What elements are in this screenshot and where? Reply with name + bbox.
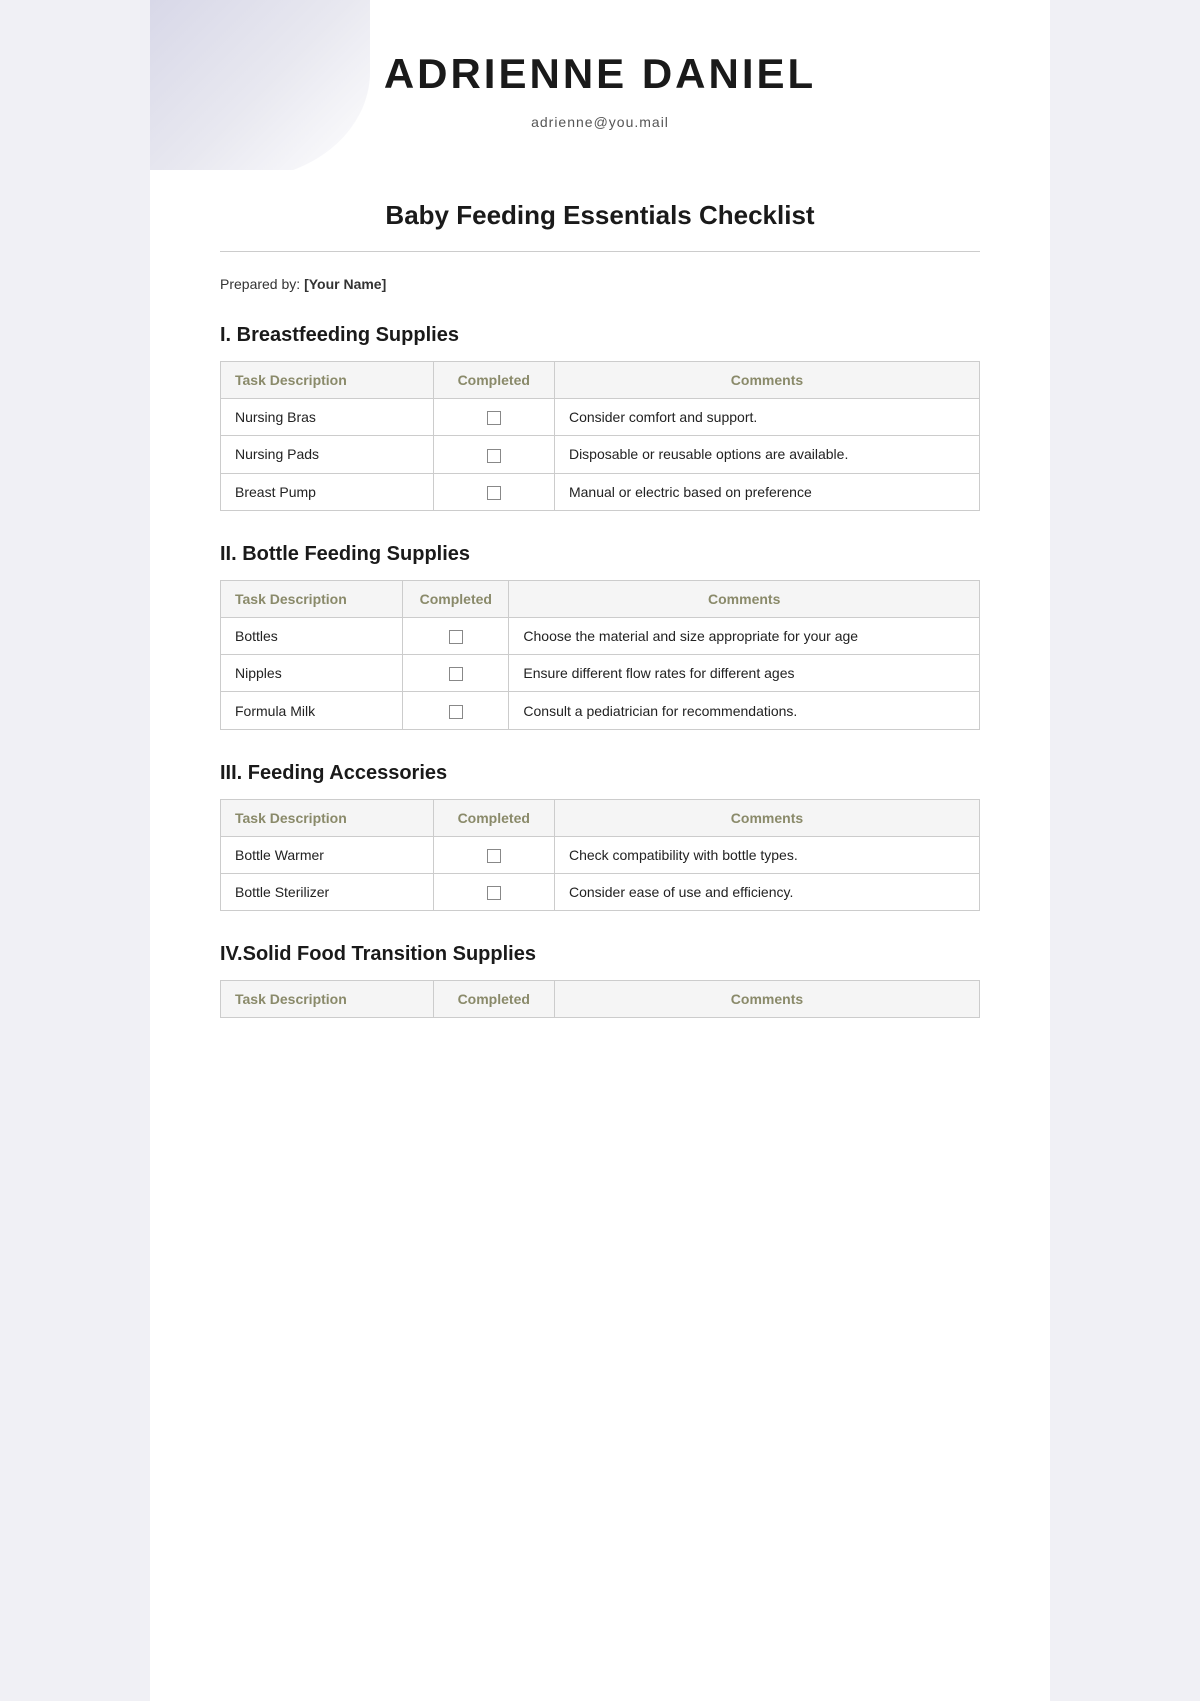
checkbox[interactable] — [487, 886, 501, 900]
task-cell: Bottles — [221, 617, 403, 654]
comments-cell: Consider comfort and support. — [554, 399, 979, 436]
th-completed-1: Completed — [433, 362, 554, 399]
completed-cell[interactable] — [433, 399, 554, 436]
task-cell: Nipples — [221, 655, 403, 692]
comments-cell: Choose the material and size appropriate… — [509, 617, 980, 654]
header-name: ADRIENNE DANIEL — [150, 50, 1050, 98]
completed-cell[interactable] — [403, 692, 509, 729]
document-title: Baby Feeding Essentials Checklist — [220, 200, 980, 231]
th-task-4: Task Description — [221, 981, 434, 1018]
completed-cell[interactable] — [433, 836, 554, 873]
comments-cell: Consider ease of use and efficiency. — [554, 874, 979, 911]
checkbox[interactable] — [487, 849, 501, 863]
table-breastfeeding: Task Description Completed Comments Nurs… — [220, 361, 980, 511]
completed-cell[interactable] — [403, 655, 509, 692]
table-accessories: Task Description Completed Comments Bott… — [220, 799, 980, 912]
content-area: Baby Feeding Essentials Checklist Prepar… — [150, 170, 1050, 1096]
th-task-1: Task Description — [221, 362, 434, 399]
checkbox[interactable] — [449, 630, 463, 644]
section-title-breastfeeding: I. Breastfeeding Supplies — [220, 324, 980, 347]
checkbox[interactable] — [487, 486, 501, 500]
task-cell: Bottle Sterilizer — [221, 874, 434, 911]
th-comments-2: Comments — [509, 580, 980, 617]
table-header-row: Task Description Completed Comments — [221, 580, 980, 617]
th-completed-4: Completed — [433, 981, 554, 1018]
page: ADRIENNE DANIEL adrienne@you.mail Baby F… — [150, 0, 1050, 1701]
checkbox[interactable] — [449, 667, 463, 681]
th-completed-2: Completed — [403, 580, 509, 617]
header-email: adrienne@you.mail — [150, 114, 1050, 130]
th-task-3: Task Description — [221, 799, 434, 836]
table-row: Nursing Bras Consider comfort and suppor… — [221, 399, 980, 436]
completed-cell[interactable] — [403, 617, 509, 654]
checkbox[interactable] — [449, 705, 463, 719]
table-row: Formula Milk Consult a pediatrician for … — [221, 692, 980, 729]
checkbox[interactable] — [487, 449, 501, 463]
table-header-row: Task Description Completed Comments — [221, 981, 980, 1018]
th-task-2: Task Description — [221, 580, 403, 617]
prepared-by-value: [Your Name] — [304, 276, 386, 292]
table-solid-food: Task Description Completed Comments — [220, 980, 980, 1018]
checkbox[interactable] — [487, 411, 501, 425]
task-cell: Nursing Pads — [221, 436, 434, 473]
table-row: Nursing Pads Disposable or reusable opti… — [221, 436, 980, 473]
comments-cell: Consult a pediatrician for recommendatio… — [509, 692, 980, 729]
table-row: Nipples Ensure different flow rates for … — [221, 655, 980, 692]
th-completed-3: Completed — [433, 799, 554, 836]
section-title-bottle: II. Bottle Feeding Supplies — [220, 543, 980, 566]
comments-cell: Disposable or reusable options are avail… — [554, 436, 979, 473]
th-comments-3: Comments — [554, 799, 979, 836]
completed-cell[interactable] — [433, 874, 554, 911]
table-row: Breast Pump Manual or electric based on … — [221, 473, 980, 510]
completed-cell[interactable] — [433, 473, 554, 510]
prepared-by-label: Prepared by: — [220, 276, 300, 292]
th-comments-1: Comments — [554, 362, 979, 399]
task-cell: Nursing Bras — [221, 399, 434, 436]
section-title-solid-food: IV.Solid Food Transition Supplies — [220, 943, 980, 966]
table-header-row: Task Description Completed Comments — [221, 799, 980, 836]
table-header-row: Task Description Completed Comments — [221, 362, 980, 399]
table-row: Bottle Sterilizer Consider ease of use a… — [221, 874, 980, 911]
task-cell: Formula Milk — [221, 692, 403, 729]
task-cell: Breast Pump — [221, 473, 434, 510]
comments-cell: Ensure different flow rates for differen… — [509, 655, 980, 692]
comments-cell: Check compatibility with bottle types. — [554, 836, 979, 873]
prepared-by: Prepared by: [Your Name] — [220, 276, 980, 292]
table-bottle: Task Description Completed Comments Bott… — [220, 580, 980, 730]
table-row: Bottle Warmer Check compatibility with b… — [221, 836, 980, 873]
task-cell: Bottle Warmer — [221, 836, 434, 873]
table-row: Bottles Choose the material and size app… — [221, 617, 980, 654]
comments-cell: Manual or electric based on preference — [554, 473, 979, 510]
title-divider — [220, 251, 980, 252]
completed-cell[interactable] — [433, 436, 554, 473]
section-title-accessories: III. Feeding Accessories — [220, 762, 980, 785]
th-comments-4: Comments — [554, 981, 979, 1018]
header: ADRIENNE DANIEL adrienne@you.mail — [150, 0, 1050, 170]
